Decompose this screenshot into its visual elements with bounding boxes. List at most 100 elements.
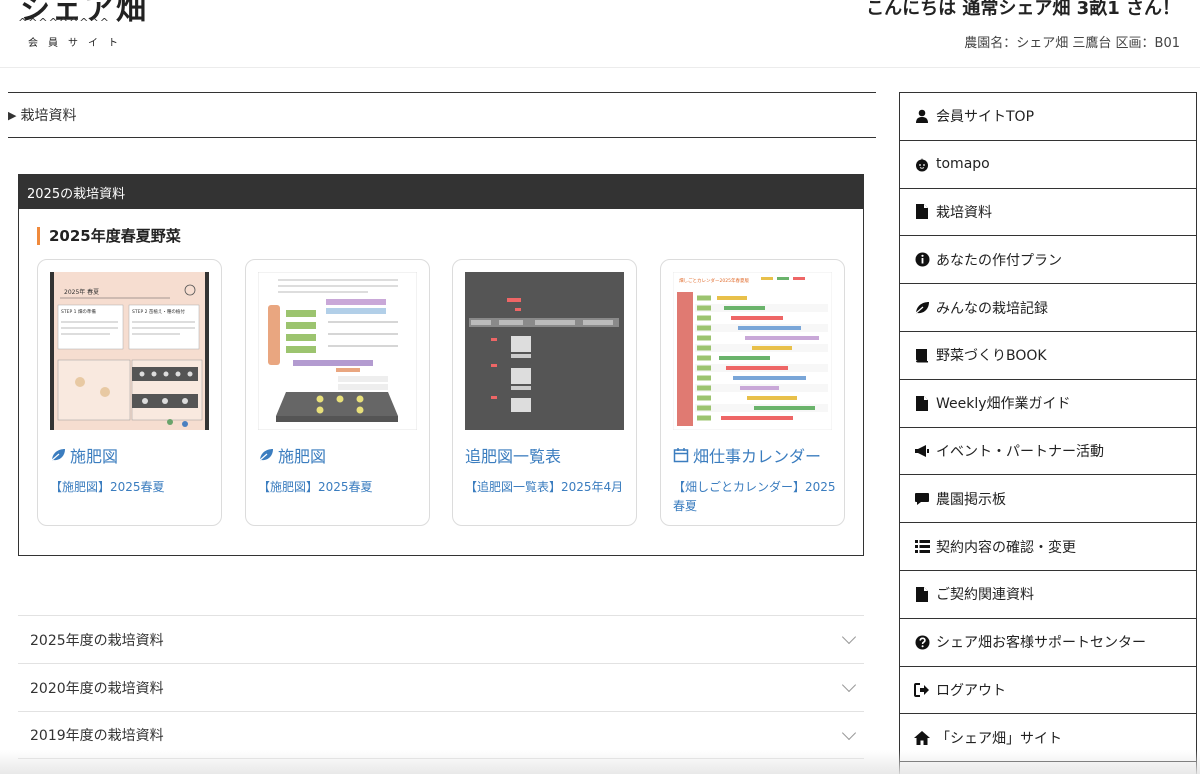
calendar-row-bar <box>733 376 806 380</box>
resource-panel: 2025の栽培資料 2025年度春夏野菜 2025年 春夏 STEP 1 畑の準… <box>18 174 864 556</box>
file-icon <box>914 395 930 411</box>
sidebar-item-weekly-guide[interactable]: Weekly畑作業ガイド <box>900 380 1196 428</box>
accordion-item[interactable]: 2025年度の栽培資料 <box>18 615 864 663</box>
calendar-row-label <box>697 315 711 321</box>
breadcrumb: ▶ 栽培資料 <box>8 92 876 138</box>
logout-icon <box>914 682 930 698</box>
calendar-row-label <box>697 355 711 361</box>
accordion-label: 2020年度の栽培資料 <box>30 680 164 697</box>
calendar-row-bar <box>752 346 792 350</box>
resource-card[interactable]: 追肥図一覧表 【追肥図一覧表】2025年4月 <box>452 259 637 526</box>
thumb-step2-text: STEP 2 苗植え・種の植付 <box>132 308 185 315</box>
megaphone-icon <box>914 443 930 459</box>
chevron-down-icon[interactable] <box>841 725 857 740</box>
sidebar-item-support-center[interactable]: シェア畑お客様サポートセンター <box>900 619 1196 667</box>
sidebar-item-label: シェア畑お客様サポートセンター <box>936 635 1146 652</box>
calendar-row-label <box>697 295 711 301</box>
card-subtitle[interactable]: 【施肥図】2025春夏 <box>50 478 215 497</box>
sidebar-item-logout[interactable]: ログアウト <box>900 667 1196 715</box>
sidebar-item-label: ご契約関連資料 <box>936 587 1034 604</box>
sidebar-item-tomapo[interactable]: tomapo <box>900 141 1196 189</box>
file-icon <box>914 204 930 220</box>
logo-wave: ^^^^^^^^^ <box>18 16 110 29</box>
user-greeting: こんにちは 通常シェア畑 3畝1 さん！ <box>866 0 1180 19</box>
list-icon <box>914 539 930 555</box>
sidebar-item-growing-records[interactable]: みんなの栽培記録 <box>900 284 1196 332</box>
calendar-row-bar <box>726 366 788 370</box>
sidebar-item-partial[interactable] <box>900 762 1196 774</box>
calendar-row-label <box>697 375 711 381</box>
sidebar-item-label: 契約内容の確認・変更 <box>936 539 1076 556</box>
thumb-title-text: 2025年 春夏 <box>64 288 99 296</box>
card-subtitle[interactable]: 【追肥図一覧表】2025年4月 <box>465 478 630 497</box>
panel-header: 2025の栽培資料 <box>19 175 863 209</box>
calendar-icon <box>673 447 689 463</box>
accordion-label: 2025年度の栽培資料 <box>30 632 164 649</box>
resource-card[interactable]: 2025年 春夏 STEP 1 畑の準備 STEP 2 苗植え・種の植付 施肥図… <box>37 259 222 526</box>
calendar-row-bar <box>717 296 747 300</box>
calendar-row-label <box>697 305 711 311</box>
info-icon <box>914 252 930 268</box>
farm-calendar-thumbnail-icon: 畑しごとカレンダー2025年春夏版 <box>673 272 832 430</box>
user-icon <box>914 108 930 124</box>
calendar-row-label <box>697 395 711 401</box>
card-title[interactable]: 施肥図 <box>50 443 118 467</box>
breadcrumb-arrow-icon: ▶ <box>8 108 17 122</box>
accordion-label: 2019年度の栽培資料 <box>30 728 164 744</box>
sidebar-item-planting-plan[interactable]: あなたの作付プラン <box>900 236 1196 285</box>
sidebar-item-member-top[interactable]: 会員サイトTOP <box>900 93 1196 141</box>
sidebar-item-share-batake-site[interactable]: 「シェア畑」サイト <box>900 714 1196 763</box>
calendar-row-label <box>697 385 711 391</box>
sidebar-item-label: 「シェア畑」サイト <box>936 730 1062 747</box>
card-title-text: 追肥図一覧表 <box>465 447 562 466</box>
resource-card[interactable]: 畑しごとカレンダー2025年春夏版 畑仕事カレンダー 【畑しごとカレンダー】20… <box>660 259 845 526</box>
calendar-row-bar <box>731 316 783 320</box>
sidebar-item-events[interactable]: イベント・パートナー活動 <box>900 428 1196 476</box>
site-logo[interactable]: シェア畑 ^^^^^^^^^ 会員サイト <box>18 0 148 49</box>
thumb-step1-text: STEP 1 畑の準備 <box>61 308 96 315</box>
calendar-row-bar <box>721 416 793 420</box>
archive-accordion: 2025年度の栽培資料 2020年度の栽培資料 2019年度の栽培資料 <box>18 615 864 759</box>
calendar-row-bar <box>740 386 779 390</box>
accordion-item[interactable]: 2020年度の栽培資料 <box>18 663 864 711</box>
top-dressing-list-thumbnail-icon <box>465 272 624 430</box>
card-thumbnail[interactable]: 畑しごとカレンダー2025年春夏版 <box>673 272 832 430</box>
chevron-down-icon[interactable] <box>841 629 857 645</box>
card-title-text: 施肥図 <box>70 447 119 466</box>
calendar-row-bar <box>745 336 819 340</box>
card-title[interactable]: 追肥図一覧表 <box>465 443 561 467</box>
accordion-item[interactable]: 2019年度の栽培資料 <box>18 711 864 759</box>
site-header: シェア畑 ^^^^^^^^^ 会員サイト こんにちは 通常シェア畑 3畝1 さん… <box>0 0 1200 68</box>
sidebar-item-label: あなたの作付プラン <box>936 252 1062 269</box>
card-thumbnail[interactable]: 2025年 春夏 STEP 1 畑の準備 STEP 2 苗植え・種の植付 <box>50 272 209 430</box>
card-subtitle[interactable]: 【施肥図】2025春夏 <box>258 478 423 497</box>
card-title[interactable]: 施肥図 <box>258 443 326 467</box>
fertilizer-map-thumbnail-icon: 2025年 春夏 STEP 1 畑の準備 STEP 2 苗植え・種の植付 <box>50 272 209 430</box>
sidebar-item-label: tomapo <box>936 156 990 173</box>
tomato-icon <box>914 156 930 172</box>
sidebar-item-label: 栽培資料 <box>936 204 992 221</box>
question-icon <box>914 634 930 650</box>
chevron-down-icon[interactable] <box>841 677 857 693</box>
sidebar-nav: 会員サイトTOP tomapo 栽培資料 あなたの作付プラン みんなの栽培記録 … <box>899 92 1197 774</box>
file-icon <box>914 586 930 602</box>
card-title[interactable]: 畑仕事カレンダー <box>673 443 821 467</box>
logo-subtitle: 会員サイト <box>28 38 128 49</box>
sidebar-item-contract-docs[interactable]: ご契約関連資料 <box>900 571 1196 619</box>
sidebar-item-cultivation-docs[interactable]: 栽培資料 <box>900 189 1196 237</box>
sidebar-item-contract[interactable]: 契約内容の確認・変更 <box>900 523 1196 571</box>
sidebar-item-bulletin-board[interactable]: 農園掲示板 <box>900 475 1196 524</box>
calendar-row-bar <box>738 326 801 330</box>
thumb-calendar-title: 畑しごとカレンダー2025年春夏版 <box>679 277 749 284</box>
sidebar-item-vegetable-book[interactable]: 野菜づくりBOOK <box>900 332 1196 380</box>
sidebar-item-label: ログアウト <box>936 682 1006 699</box>
resource-card[interactable]: 施肥図 【施肥図】2025春夏 <box>245 259 430 526</box>
card-thumbnail[interactable] <box>258 272 417 430</box>
book-icon <box>914 347 930 363</box>
home-icon <box>914 730 930 746</box>
leaf-icon <box>258 448 274 462</box>
card-subtitle[interactable]: 【畑しごとカレンダー】2025春夏 <box>673 478 838 516</box>
calendar-row-label <box>697 345 711 351</box>
card-title-text: 畑仕事カレンダー <box>693 447 822 466</box>
card-thumbnail[interactable] <box>465 272 624 430</box>
